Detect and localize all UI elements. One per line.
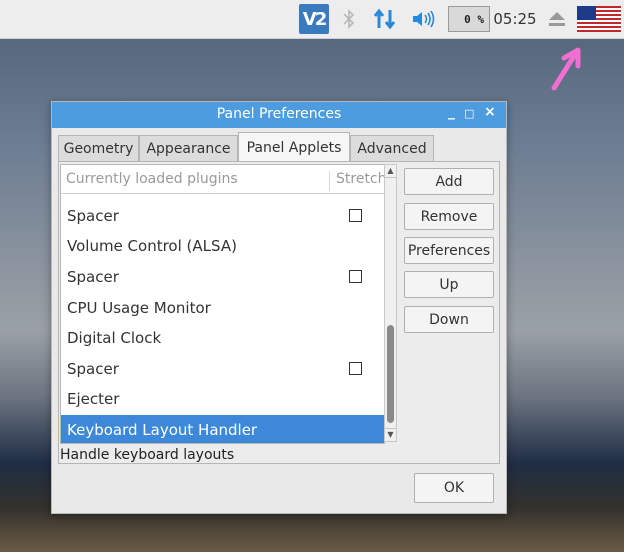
- tab-advanced[interactable]: Advanced: [350, 135, 434, 161]
- vnc-label: V2: [299, 4, 329, 34]
- titlebar: Panel Preferences _ □ ×: [52, 102, 506, 128]
- list-header: Currently loaded plugins Stretch: [61, 165, 384, 194]
- scrollbar-thumb[interactable]: [387, 325, 394, 423]
- list-item-label: Volume Control (ALSA): [67, 237, 237, 255]
- tab-panel-applets[interactable]: Panel Applets: [238, 132, 350, 162]
- taskbar: V2 0 % 05:25: [0, 0, 624, 39]
- up-button[interactable]: Up: [404, 271, 494, 298]
- tab-geometry[interactable]: Geometry: [58, 135, 139, 161]
- header-stretch[interactable]: Stretch: [329, 171, 384, 191]
- list-item-label: CPU Usage Monitor: [67, 299, 211, 317]
- vnc-icon[interactable]: V2: [297, 0, 331, 38]
- list-item[interactable]: Spacer: [61, 262, 384, 292]
- cpu-usage-monitor[interactable]: 0 %: [447, 0, 491, 38]
- maximize-icon[interactable]: □: [464, 107, 474, 120]
- list-item-label: Ejecter: [67, 390, 120, 408]
- list-item[interactable]: Spacer: [61, 354, 384, 384]
- add-button[interactable]: Add: [404, 168, 494, 195]
- stretch-checkbox[interactable]: [349, 362, 362, 375]
- close-icon[interactable]: ×: [484, 104, 496, 120]
- list-item[interactable]: CPU Usage Monitor: [61, 293, 384, 323]
- list-item-label: Spacer: [67, 207, 119, 225]
- us-flag-icon[interactable]: [576, 0, 622, 38]
- clock[interactable]: 05:25: [491, 0, 539, 38]
- list-item[interactable]: Spacer: [61, 201, 384, 231]
- stretch-checkbox[interactable]: [349, 270, 362, 283]
- scroll-down-icon[interactable]: ▼: [385, 428, 396, 441]
- header-plugins[interactable]: Currently loaded plugins: [66, 171, 238, 187]
- list-item-label: Digital Clock: [67, 329, 162, 347]
- list-item-label: Keyboard Layout Handler: [67, 421, 258, 439]
- bluetooth-icon[interactable]: [339, 0, 359, 38]
- list-item-label: Spacer: [67, 360, 119, 378]
- stretch-checkbox[interactable]: [349, 209, 362, 222]
- panel-preferences-dialog: Panel Preferences _ □ × Geometry Appeara…: [51, 101, 507, 514]
- list-item-selected[interactable]: Keyboard Layout Handler: [61, 415, 384, 443]
- tab-appearance[interactable]: Appearance: [139, 135, 238, 161]
- list-item[interactable]: Digital Clock: [61, 323, 384, 353]
- window-title: Panel Preferences: [216, 106, 342, 122]
- eject-icon[interactable]: [545, 0, 569, 38]
- scroll-up-icon[interactable]: ▲: [385, 165, 396, 178]
- down-button[interactable]: Down: [404, 306, 494, 333]
- list-item[interactable]: Ejecter: [61, 384, 384, 414]
- network-icon[interactable]: [370, 0, 400, 38]
- volume-icon[interactable]: [410, 0, 438, 38]
- remove-button[interactable]: Remove: [404, 203, 494, 230]
- minimize-icon[interactable]: _: [448, 104, 455, 120]
- preferences-button[interactable]: Preferences: [404, 237, 494, 264]
- plugins-list[interactable]: Currently loaded plugins Stretch Spacer …: [60, 164, 385, 444]
- list-item[interactable]: Volume Control (ALSA): [61, 231, 384, 261]
- plugin-description: Handle keyboard layouts: [60, 447, 235, 463]
- list-item-label: Spacer: [67, 268, 119, 286]
- ok-button[interactable]: OK: [414, 473, 494, 503]
- annotation-arrow-icon: [551, 47, 581, 91]
- cpu-usage-text: 0 %: [448, 6, 490, 32]
- list-scrollbar[interactable]: ▲ ▼: [384, 164, 397, 442]
